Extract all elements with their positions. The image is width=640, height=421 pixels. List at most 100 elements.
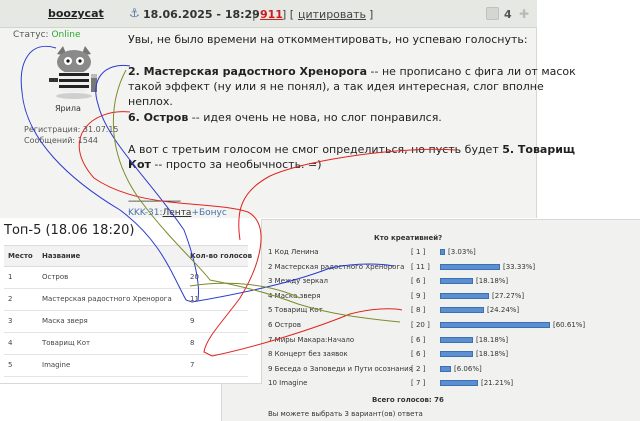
cell-place: 5 [8, 361, 13, 369]
header-place: Место [8, 252, 33, 260]
poll-option-percent: [18.18%] [476, 335, 509, 344]
table-row: 5 Imagine 7 [4, 355, 248, 377]
poll-option-percent: [18.18%] [476, 350, 509, 359]
poll-bar [440, 292, 489, 299]
signature-link[interactable]: Лента [163, 208, 192, 218]
poll-option: 8 Концерт без заявок [ 6 ] [18.18%] [222, 348, 640, 360]
poll-option-label: 4 Маска зверя [268, 291, 321, 300]
poll-option-label: 7 Миры Макара:Начало [268, 335, 355, 344]
poll-bar [440, 351, 473, 358]
poll-option-percent: [3.03%] [448, 248, 476, 256]
status-online: Online [51, 30, 81, 40]
poll-option-label: 8 Концерт без заявок [268, 350, 348, 359]
post-text-line: Увы, не было времени на откомментировать… [128, 33, 528, 46]
post-text-span: А вот с третьим голосом не смог определи… [128, 143, 503, 156]
quote-link[interactable]: цитировать [298, 8, 366, 21]
poll-option-percent: [6.06%] [454, 364, 482, 373]
poll-option-count: [ 20 ] [411, 321, 430, 329]
post-text-line: 2. Мастерская радостного Хренорога -- не… [128, 64, 576, 79]
poll-option-count: [ 7 ] [411, 379, 426, 388]
vote-choice-2: 2. Мастерская радостного Хренорога [128, 65, 368, 78]
poll-option-percent: [60.61%] [553, 321, 586, 329]
top5-header-row: Место Название Кол-во голосов [4, 245, 252, 267]
rating-plus-icon[interactable]: ✚ [519, 7, 529, 21]
top5-title: Топ-5 (18.06 18:20) [4, 223, 135, 238]
poll-option-percent: [27.27%] [492, 291, 525, 300]
vote-choice-5: 5. Товарищ [502, 143, 576, 156]
poll-option-percent: [18.18%] [476, 277, 509, 286]
post-text-line: 6. Остров -- идея очень не нова, но слог… [128, 110, 442, 125]
cell-votes: 9 [190, 317, 195, 325]
poll-option: 6 Остров [ 20 ] [60.61%] [222, 319, 640, 331]
bracket-sep: ] [ [282, 8, 295, 21]
poll-option-label: 6 Остров [268, 321, 301, 329]
poll-option-percent: [21.21%] [481, 379, 514, 388]
avatar-cat-icon[interactable] [45, 44, 103, 100]
cell-name: Imagine [42, 361, 71, 369]
avatar-caption: Ярила [55, 104, 81, 113]
cell-name: Остров [42, 273, 69, 281]
table-row: 1 Остров 20 [4, 267, 248, 289]
table-row: 3 Маска зверя 9 [4, 311, 248, 333]
post-number-link[interactable]: 911 [260, 8, 283, 21]
cell-place: 3 [8, 317, 13, 325]
poll-option-count: [ 6 ] [411, 350, 426, 359]
table-row: 4 Товарищ Кот 8 [4, 333, 248, 355]
header-name: Название [42, 252, 81, 260]
poll-bar [440, 380, 478, 387]
post-text-line: А вот с третьим голосом не смог определи… [128, 142, 575, 157]
poll-bar [440, 249, 445, 255]
signature-suffix: +Бонус [191, 208, 227, 218]
anchor-icon[interactable]: ⚓ [129, 6, 140, 20]
rating-minus-icon[interactable] [486, 7, 499, 20]
poll-option: 1 Код Ленина [ 1 ] [3.03%] [222, 246, 640, 258]
poll-option-percent: [24.24%] [487, 306, 520, 315]
poll-question: Кто креативней? [374, 234, 443, 242]
poll-option: 9 Беседа о Заповеди и Пути осознания[ 2 … [222, 363, 640, 375]
poll-option-count: [ 6 ] [411, 335, 426, 344]
cell-place: 2 [8, 295, 13, 303]
poll-option-count: [ 9 ] [411, 291, 426, 300]
vote-choice-6: 6. Остров [128, 111, 189, 124]
poll-results: Кто креативней? 1 Код Ленина [ 1 ] [3.03%]… [221, 219, 640, 421]
poll-option: 5 Товарищ Кот [ 8 ] [24.24%] [222, 304, 640, 316]
poll-option-count: [ 6 ] [411, 277, 426, 286]
post-text-line: Кот -- просто за необычность. =) [128, 157, 322, 172]
status-label: Статус: [13, 30, 49, 40]
author-name-link[interactable]: boozycat [48, 7, 104, 20]
post-text-span: -- не прописано с фига ли от масок [367, 65, 576, 78]
poll-option-label: 1 Код Ленина [268, 248, 319, 256]
cell-name: Мастерская радостного Хренорога [42, 295, 172, 303]
signature-prefix: KKK-31: [128, 208, 163, 218]
cell-votes: 11 [190, 295, 199, 303]
poll-option-count: [ 11 ] [411, 262, 430, 271]
cell-name: Товарищ Кот [42, 339, 91, 347]
rating-value: 4 [504, 8, 512, 21]
bracket-open: | [252, 8, 256, 21]
top5-table: Топ-5 (18.06 18:20) Место Название Кол-в… [0, 219, 262, 384]
poll-option-label: 2 Мастерская радостного Хренорога [268, 262, 405, 271]
cell-place: 4 [8, 339, 13, 347]
signature-separator: -------------------- [128, 196, 181, 207]
vote-choice-5-cont: Кот [128, 158, 151, 171]
poll-option: 3 Между зеркал [ 6 ] [18.18%] [222, 275, 640, 287]
poll-bar [440, 307, 484, 314]
forum-post: boozycat ⚓ 18.06.2025 - 18:29 | 911 ] [ … [0, 0, 576, 218]
poll-option-label: 5 Товарищ Кот [268, 306, 323, 315]
post-text-line: такой эффект (ну или я не понял), а так … [128, 80, 544, 93]
bracket-close: ] [369, 8, 374, 21]
header-votes: Кол-во голосов [190, 252, 253, 260]
poll-option: 7 Миры Макара:Начало [ 6 ] [18.18%] [222, 334, 640, 346]
poll-option-count: [ 8 ] [411, 306, 426, 315]
poll-bar [440, 322, 550, 328]
cell-votes: 8 [190, 339, 195, 347]
poll-bar [440, 365, 451, 372]
cell-votes: 20 [190, 273, 199, 281]
poll-option-label: 9 Беседа о Заповеди и Пути осознания [268, 364, 413, 373]
poll-option-percent: [33.33%] [503, 262, 536, 271]
post-date: 18.06.2025 - 18:29 [143, 8, 260, 21]
cell-votes: 7 [190, 361, 195, 369]
cell-name: Маска зверя [42, 317, 88, 325]
poll-option-label: 3 Между зеркал [268, 277, 329, 286]
post-text-line: неплох. [128, 95, 173, 108]
